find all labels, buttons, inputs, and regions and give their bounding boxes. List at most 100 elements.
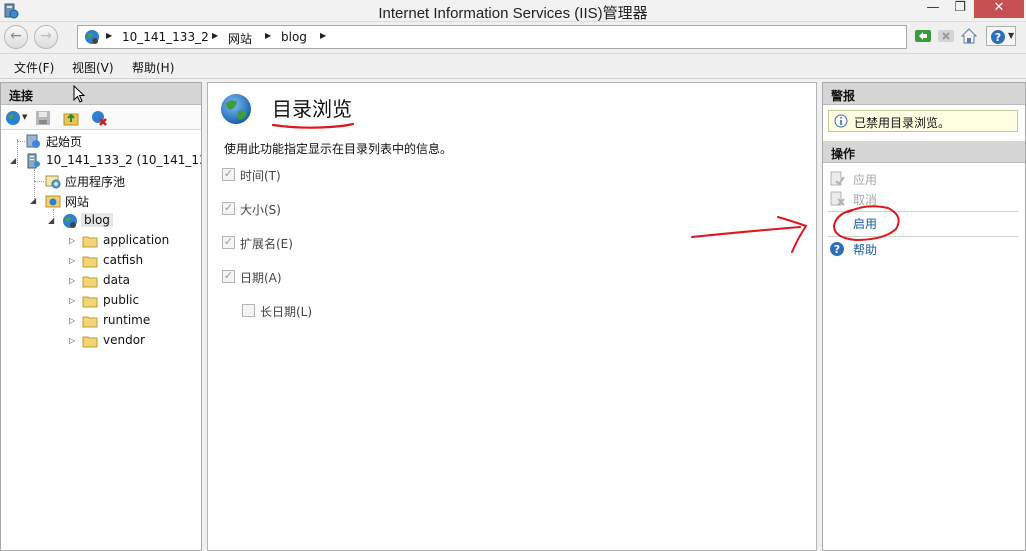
tree-item-start-page[interactable]: 起始页 (1, 131, 201, 151)
connections-panel: 连接 ▼ 起始页 ◢ 10_141_133_2 (10_141_1 应用程序池 … (0, 82, 202, 551)
tree-label: 应用程序池 (65, 175, 126, 189)
checkbox-label: 扩展名(E) (240, 237, 293, 251)
directory-browsing-globe-icon (221, 94, 251, 124)
stop-icon[interactable] (937, 27, 955, 45)
expand-arrow-icon[interactable]: ▷ (69, 316, 75, 325)
save-icon[interactable] (35, 110, 51, 126)
tree-item-folder[interactable]: ▷ runtime (1, 311, 201, 331)
tree-label: public (103, 293, 140, 307)
tree-item-blog[interactable]: ◢ blog (1, 211, 201, 231)
tree-item-server[interactable]: ◢ 10_141_133_2 (10_141_133_ (1, 151, 201, 171)
breadcrumb-separator-icon: ▶ (265, 31, 272, 40)
forward-button[interactable]: → (34, 25, 58, 49)
breadcrumb-sites[interactable]: 网站 (228, 30, 252, 47)
tree-label: 网站 (65, 195, 90, 209)
menu-bar: 文件(F) 视图(V) 帮助(H) (0, 55, 1026, 79)
folder-icon (82, 296, 98, 308)
actions-header: 操作 (823, 141, 1025, 163)
tree-item-folder[interactable]: ▷ catfish (1, 251, 201, 271)
tree-item-folder[interactable]: ▷ data (1, 271, 201, 291)
disconnect-icon[interactable] (91, 110, 107, 126)
alert-message: 已禁用目录浏览。 (854, 116, 951, 130)
server-icon (27, 153, 40, 169)
action-label: 应用 (853, 173, 878, 187)
checkbox-label: 大小(S) (240, 203, 281, 217)
folder-icon (82, 256, 98, 268)
expand-arrow-icon[interactable]: ▷ (69, 336, 75, 345)
help-icon: ? (991, 30, 1005, 44)
address-field[interactable]: ▶ 10_141_133_2 ▶ 网站 ▶ blog ▶ (77, 25, 907, 49)
feature-title: 目录浏览 (272, 97, 352, 121)
help-icon: ? (830, 242, 844, 256)
breadcrumb-separator-icon: ▶ (106, 31, 113, 40)
up-folder-icon[interactable] (63, 110, 79, 126)
connections-toolbar: ▼ (1, 106, 201, 130)
expand-arrow-icon[interactable]: ▷ (69, 296, 75, 305)
checkbox-label: 日期(A) (240, 271, 282, 285)
website-globe-icon (63, 214, 77, 228)
connect-globe-icon[interactable] (5, 110, 21, 126)
action-label: 帮助 (853, 243, 878, 257)
checkbox[interactable]: ✓ (222, 168, 235, 181)
feature-description: 使用此功能指定显示在目录列表中的信息。 (224, 142, 453, 156)
refresh-icon[interactable] (914, 27, 932, 45)
tree-label: runtime (103, 313, 151, 327)
menu-file[interactable]: 文件(F) (14, 59, 54, 76)
svg-text:?: ? (995, 31, 1001, 44)
folder-icon (82, 316, 98, 328)
start-page-icon (26, 134, 40, 148)
address-bar: ← → ▶ 10_141_133_2 ▶ 网站 ▶ blog ▶ ? ▼ (0, 22, 1026, 54)
checkbox[interactable]: ✓ (222, 270, 235, 283)
expand-arrow-icon[interactable]: ▷ (69, 236, 75, 245)
action-label: 启用 (853, 217, 878, 231)
separator (828, 236, 1018, 237)
feature-panel: 目录浏览 使用此功能指定显示在目录列表中的信息。 ✓ 时间(T) ✓ 大小(S) ✓ 扩展… (207, 82, 817, 551)
maximize-button[interactable]: ❐ (947, 0, 973, 18)
folder-icon (82, 336, 98, 348)
collapse-arrow-icon[interactable]: ◢ (30, 196, 36, 205)
expand-arrow-icon[interactable]: ▷ (69, 276, 75, 285)
apply-icon (830, 171, 845, 186)
menu-view[interactable]: 视图(V) (72, 59, 114, 76)
tree-item-folder[interactable]: ▷ vendor (1, 331, 201, 351)
collapse-arrow-icon[interactable]: ◢ (10, 156, 16, 165)
tree-label: application (103, 233, 170, 247)
chevron-down-icon[interactable]: ▼ (22, 113, 27, 121)
connections-header: 连接 (1, 83, 201, 105)
breadcrumb-server[interactable]: 10_141_133_2 (122, 30, 209, 44)
tree-label: data (103, 273, 131, 287)
back-button[interactable]: ← (4, 25, 28, 49)
tree-item-sites[interactable]: ◢ 网站 (1, 191, 201, 211)
checkbox[interactable] (242, 304, 255, 317)
chevron-down-icon: ▼ (1008, 31, 1015, 40)
expand-arrow-icon[interactable]: ▷ (69, 256, 75, 265)
checkbox[interactable]: ✓ (222, 202, 235, 215)
tree-label: 10_141_133_2 (10_141_133_ (46, 153, 201, 167)
cancel-icon (830, 191, 845, 206)
breadcrumb-blog[interactable]: blog (281, 30, 307, 44)
tree-label: 起始页 (46, 135, 83, 149)
info-icon (834, 114, 848, 128)
menu-help[interactable]: 帮助(H) (132, 59, 174, 76)
breadcrumb-separator-icon: ▶ (212, 31, 219, 40)
svg-text:?: ? (834, 243, 840, 256)
checkbox-label: 时间(T) (240, 169, 281, 183)
tree-item-app-pools[interactable]: 应用程序池 (1, 171, 201, 191)
tree-item-folder[interactable]: ▷ public (1, 291, 201, 311)
collapse-arrow-icon[interactable]: ◢ (48, 216, 54, 225)
help-dropdown-button[interactable]: ? ▼ (986, 26, 1016, 46)
tree-item-folder[interactable]: ▷ application (1, 231, 201, 251)
separator (828, 211, 1018, 212)
home-icon[interactable] (960, 27, 978, 45)
tree-label-selected: blog (81, 213, 113, 227)
checkbox-label: 长日期(L) (260, 305, 313, 319)
mouse-cursor-icon (73, 85, 86, 103)
checkbox[interactable]: ✓ (222, 236, 235, 249)
close-button[interactable]: ✕ (974, 0, 1024, 18)
folder-icon (82, 276, 98, 288)
window-title: Internet Information Services (IIS)管理器 (378, 5, 648, 22)
alerts-header: 警报 (823, 83, 1025, 105)
app-pool-icon (45, 175, 61, 189)
minimize-button[interactable]: — (920, 0, 946, 18)
breadcrumb-separator-icon: ▶ (320, 31, 327, 40)
